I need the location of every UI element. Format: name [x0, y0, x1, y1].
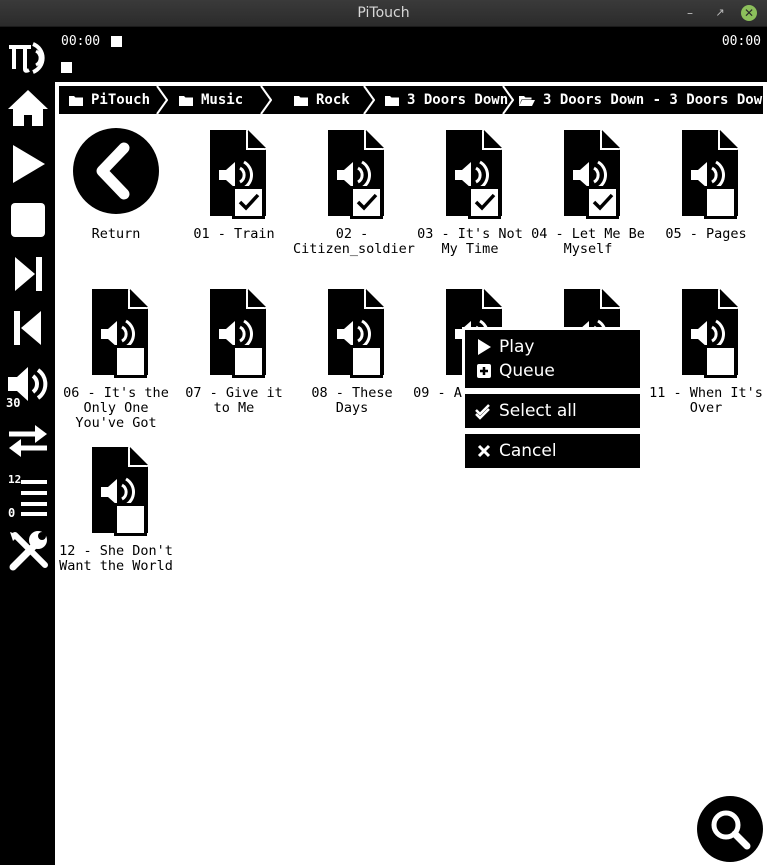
audio-file-icon [307, 285, 397, 383]
item-label: 05 - Pages [665, 226, 747, 242]
checkbox-unchecked[interactable] [704, 186, 737, 219]
audio-file-icon [425, 126, 515, 224]
window-title: PiTouch [357, 5, 410, 21]
total-time: 00:00 [721, 34, 761, 49]
add-icon [477, 364, 491, 378]
previous-track-icon[interactable] [5, 305, 51, 351]
item-label: 01 - Train [193, 226, 275, 242]
file-item[interactable]: 06 - It's the Only One You've Got [57, 285, 175, 431]
checkbox-unchecked[interactable] [350, 345, 383, 378]
folder-icon [294, 95, 308, 106]
audio-file-icon [543, 126, 633, 224]
file-item[interactable]: 02 - Citizen_soldier [293, 126, 415, 257]
maximize-button[interactable]: ↗ [712, 5, 728, 21]
app-logo-icon [5, 35, 51, 81]
checkbox-checked[interactable] [232, 186, 265, 219]
audio-file-icon [661, 285, 751, 383]
progress-indicator[interactable] [111, 36, 122, 47]
file-item[interactable]: 05 - Pages [647, 126, 765, 242]
file-browser: PiTouch Music Rock 3 Doors Down 3 Doors … [55, 82, 767, 865]
checkbox-unchecked[interactable] [232, 345, 265, 378]
item-label: 08 - These Days [311, 385, 393, 416]
checkbox-checked[interactable] [350, 186, 383, 219]
breadcrumb-separator-icon [156, 86, 168, 114]
repeat-icon[interactable] [5, 417, 51, 463]
checkbox-unchecked[interactable] [114, 345, 147, 378]
breadcrumb: PiTouch Music Rock 3 Doors Down 3 Doors … [59, 86, 763, 114]
next-track-icon[interactable] [5, 251, 51, 297]
checkbox-unchecked[interactable] [704, 345, 737, 378]
file-item[interactable]: 07 - Give it to Me [175, 285, 293, 416]
sidebar: 30 12 0 [0, 27, 55, 865]
close-icon [477, 444, 491, 458]
audio-file-icon [307, 126, 397, 224]
breadcrumb-item-album[interactable]: 3 Doors Down - 3 Doors Down [519, 86, 763, 114]
file-item[interactable]: 08 - These Days [293, 285, 411, 416]
folder-icon [385, 95, 399, 106]
home-icon[interactable] [5, 85, 51, 131]
context-menu-select-group: Select all [465, 394, 640, 428]
item-label: 02 - Citizen_soldier [293, 226, 415, 257]
folder-icon [179, 95, 193, 106]
file-item[interactable]: 01 - Train [175, 126, 293, 242]
item-label: Return [91, 226, 141, 242]
checkbox-checked[interactable] [468, 186, 501, 219]
item-label: 04 - Let Me Be Myself [531, 226, 645, 257]
breadcrumb-separator-icon [260, 86, 272, 114]
audio-file-icon [189, 126, 279, 224]
search-icon [711, 810, 751, 850]
double-check-icon [475, 404, 490, 420]
breadcrumb-item-music[interactable]: Music [179, 86, 243, 114]
search-button-inner [697, 796, 763, 862]
audio-file-icon [71, 285, 161, 383]
back-arrow-icon [71, 126, 161, 224]
play-icon[interactable] [5, 141, 51, 187]
item-label: 07 - Give it to Me [185, 385, 283, 416]
breadcrumb-item-pitouch[interactable]: PiTouch [69, 86, 150, 114]
queue-count: 0 [8, 506, 16, 520]
context-menu-play-group: Play Queue [465, 330, 640, 388]
play-icon [478, 339, 491, 355]
menu-item-queue[interactable]: Queue [475, 360, 555, 382]
context-menu: Play Queue Select all Cancel [462, 327, 643, 470]
file-item[interactable]: 11 - When It's Over [647, 285, 765, 416]
seek-handle[interactable] [61, 62, 72, 73]
file-item[interactable]: 03 - It's Not My Time [411, 126, 529, 257]
audio-file-icon [71, 443, 161, 541]
breadcrumb-separator-icon [363, 86, 375, 114]
window-titlebar: PiTouch – ↗ ✕ [0, 0, 767, 27]
folder-open-icon [519, 95, 535, 106]
file-item[interactable]: 04 - Let Me Be Myself [529, 126, 647, 257]
elapsed-time: 00:00 [61, 34, 101, 49]
item-label: 03 - It's Not My Time [417, 226, 523, 257]
settings-tools-icon[interactable] [5, 527, 51, 573]
item-label: 11 - When It's Over [649, 385, 763, 416]
player-bar: 00:00 00:00 [55, 27, 767, 82]
folder-icon [69, 95, 83, 106]
breadcrumb-separator-icon [502, 86, 514, 114]
queue-number-list: 12 [8, 473, 22, 486]
item-label: 12 - She Don't Want the World [59, 543, 173, 574]
stop-icon[interactable] [5, 197, 51, 243]
audio-file-icon [661, 126, 751, 224]
breadcrumb-item-rock[interactable]: Rock [294, 86, 350, 114]
close-button[interactable]: ✕ [741, 5, 757, 21]
return-item[interactable]: Return [57, 126, 175, 242]
breadcrumb-item-artist[interactable]: 3 Doors Down [385, 86, 508, 114]
file-item[interactable]: 12 - She Don't Want the World [57, 443, 175, 574]
item-label: 06 - It's the Only One You've Got [63, 385, 169, 431]
volume-level: 30 [6, 396, 21, 410]
menu-item-select-all[interactable]: Select all [475, 400, 577, 422]
context-menu-cancel-group: Cancel [465, 434, 640, 468]
menu-item-cancel[interactable]: Cancel [475, 440, 557, 462]
checkbox-checked[interactable] [586, 186, 619, 219]
audio-file-icon [189, 285, 279, 383]
checkbox-unchecked[interactable] [114, 503, 147, 536]
minimize-button[interactable]: – [682, 5, 698, 21]
search-button[interactable] [692, 791, 767, 865]
menu-item-play[interactable]: Play [475, 336, 534, 358]
